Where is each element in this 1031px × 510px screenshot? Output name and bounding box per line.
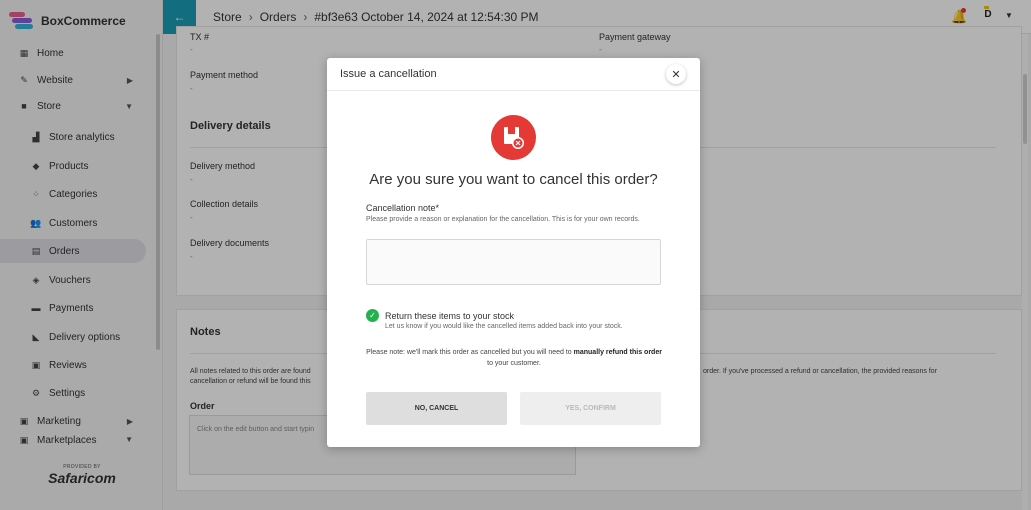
modal-title: Issue a cancellation: [340, 68, 437, 80]
return-stock-help: Let us know if you would like the cancel…: [385, 323, 623, 330]
cancellation-note-help: Please provide a reason or explanation f…: [366, 216, 640, 223]
check-icon: ✓: [369, 311, 376, 320]
no-cancel-button[interactable]: NO, CANCEL: [366, 392, 507, 425]
return-stock-checkbox[interactable]: ✓: [366, 309, 379, 322]
cancellation-note-input[interactable]: [366, 239, 661, 285]
yes-confirm-button[interactable]: YES, CONFIRM: [520, 392, 661, 425]
cancel-order-icon: [491, 115, 536, 160]
close-button[interactable]: ✕: [666, 64, 686, 84]
return-stock-label[interactable]: Return these items to your stock: [385, 311, 514, 321]
refund-note: Please note: we'll mark this order as ca…: [366, 349, 662, 367]
confirm-question: Are you sure you want to cancel this ord…: [369, 171, 658, 188]
cancellation-modal: Issue a cancellation ✕ Are you sure you …: [327, 58, 700, 447]
modal-header: Issue a cancellation ✕: [327, 58, 700, 91]
cancellation-note-label: Cancellation note*: [366, 203, 440, 213]
close-icon: ✕: [671, 68, 681, 81]
